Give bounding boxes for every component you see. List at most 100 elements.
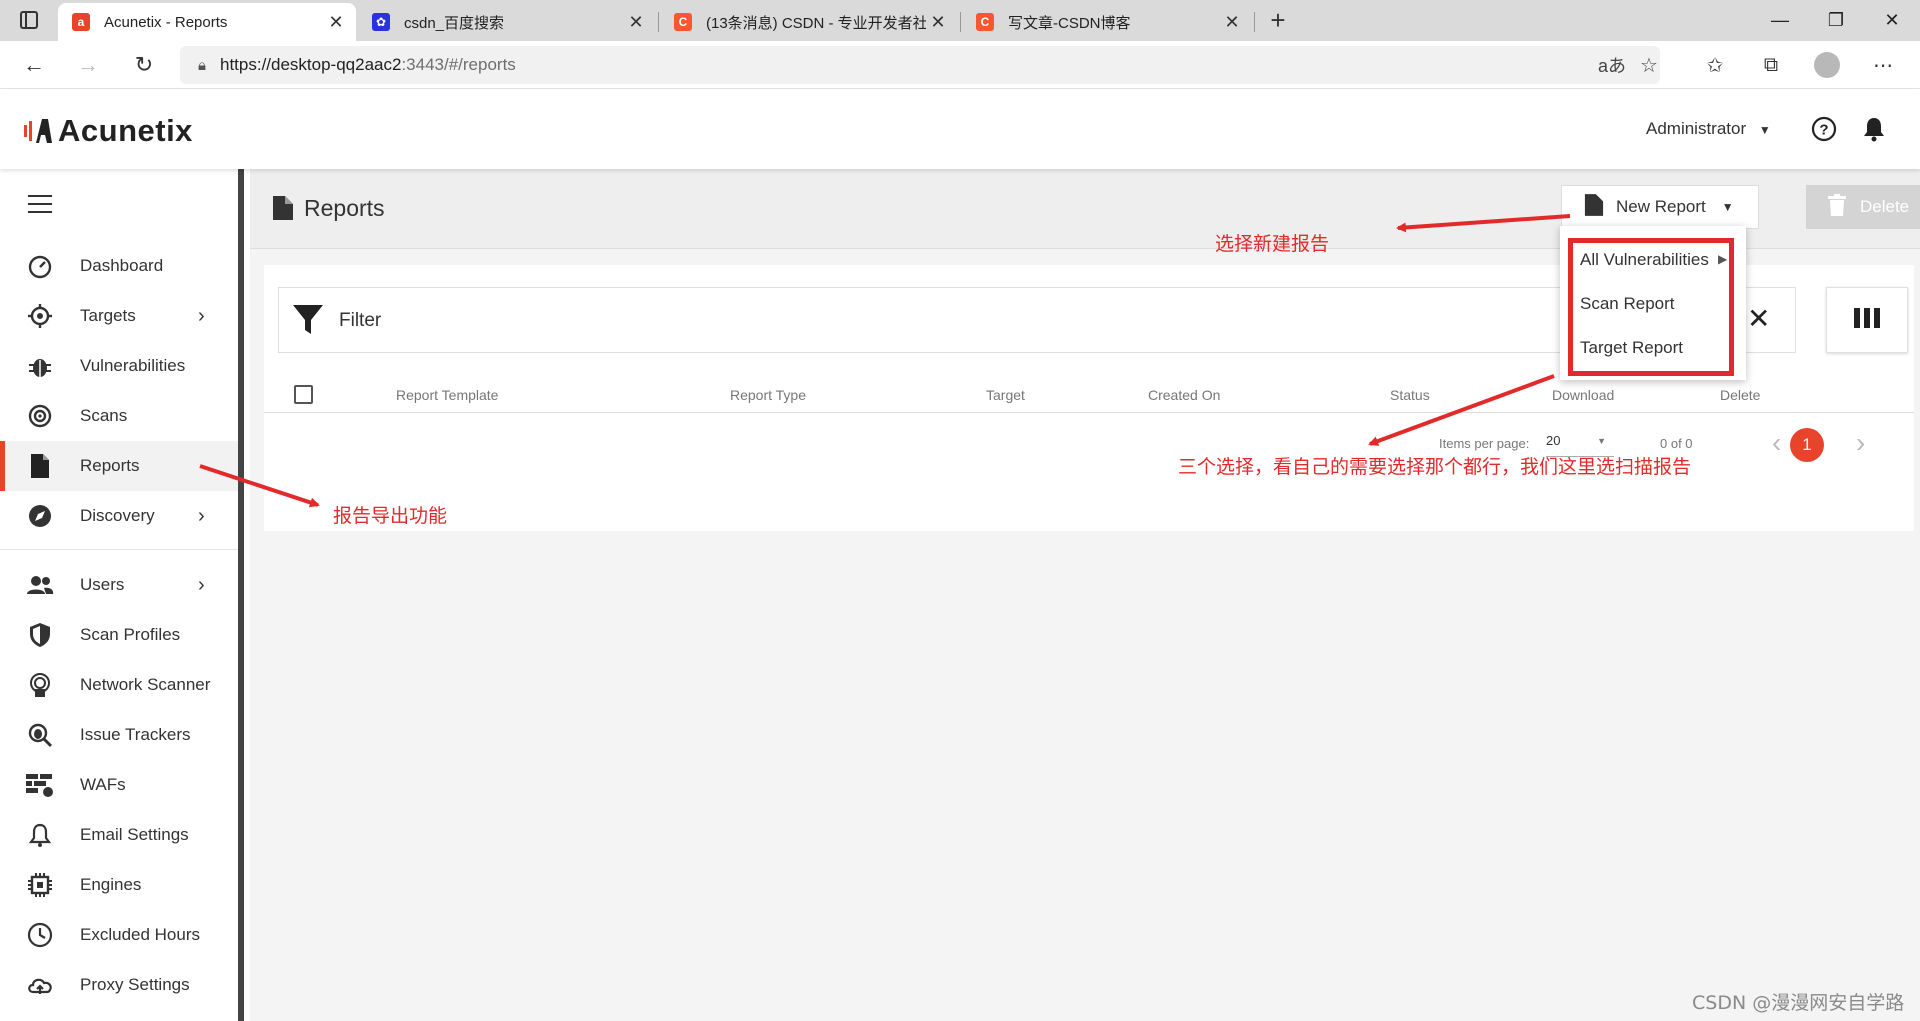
tab-title: 写文章-CSDN博客: [1008, 14, 1131, 32]
clock-icon: [26, 921, 54, 949]
sidebar-item-label: Discovery: [80, 506, 155, 525]
notifications-bell-icon[interactable]: [1860, 115, 1888, 143]
tab-title: Acunetix - Reports: [104, 13, 228, 31]
svg-text:?: ?: [1819, 122, 1828, 139]
sidebar-item-targets[interactable]: Targets ›: [0, 291, 238, 341]
profile-avatar-icon[interactable]: [1812, 50, 1842, 80]
issue-tracker-icon: [26, 721, 54, 749]
close-tab-icon[interactable]: ✕: [926, 12, 950, 33]
tab-actions-icon[interactable]: [20, 11, 38, 29]
sidebar-item-label: WAFs: [80, 775, 126, 794]
hamburger-menu-icon[interactable]: [28, 195, 52, 213]
delete-label: Delete: [1860, 197, 1910, 216]
column-status[interactable]: Status: [1390, 387, 1430, 403]
watermark: CSDN @漫漫网安自学路: [1692, 992, 1905, 1014]
acunetix-logo[interactable]: Acunetix: [24, 113, 193, 149]
minimize-icon[interactable]: —: [1752, 0, 1808, 41]
items-per-page-label: Items per page:: [1439, 436, 1530, 451]
sidebar-item-proxy-settings[interactable]: Proxy Settings: [0, 960, 238, 1010]
document-icon: [26, 452, 54, 480]
column-report-type[interactable]: Report Type: [730, 387, 806, 403]
users-icon: [26, 571, 54, 599]
sidebar-item-scan-profiles[interactable]: Scan Profiles: [0, 610, 238, 660]
chevron-right-icon: ›: [198, 504, 205, 527]
sidebar-item-label: Network Scanner: [80, 675, 211, 694]
previous-page-icon[interactable]: ‹: [1772, 427, 1781, 459]
sidebar-item-email-settings[interactable]: Email Settings: [0, 810, 238, 860]
column-report-template[interactable]: Report Template: [396, 387, 498, 403]
radar-icon: [26, 402, 54, 430]
clear-filter-icon[interactable]: ✕: [1747, 302, 1770, 335]
refresh-icon[interactable]: ↻: [128, 49, 160, 81]
next-page-icon[interactable]: ›: [1856, 427, 1865, 459]
document-icon: [272, 195, 294, 226]
sidebar-item-label: Targets: [80, 306, 136, 325]
annotation-highlight-box: [1568, 238, 1734, 376]
network-scanner-icon: [26, 671, 54, 699]
sidebar-item-vulnerabilities[interactable]: Vulnerabilities: [0, 341, 238, 391]
url-text: https://desktop-qq2aac2:3443/#/reports: [219, 55, 516, 74]
column-delete: Delete: [1720, 387, 1761, 403]
sidebar-item-network-scanner[interactable]: Network Scanner: [0, 660, 238, 710]
new-tab-icon[interactable]: +: [1262, 4, 1294, 36]
bug-icon: [26, 352, 54, 380]
read-aloud-icon[interactable]: aあ: [1598, 52, 1626, 78]
add-favorite-icon[interactable]: ☆: [1640, 53, 1658, 78]
columns-toggle-button[interactable]: [1826, 287, 1908, 353]
browser-tab[interactable]: C 写文章-CSDN博客 ✕: [962, 3, 1252, 41]
close-window-icon[interactable]: ✕: [1864, 0, 1920, 41]
sidebar-item-label: Proxy Settings: [80, 975, 190, 994]
sidebar-item-issue-trackers[interactable]: Issue Trackers: [0, 710, 238, 760]
sidebar-item-scans[interactable]: Scans: [0, 391, 238, 441]
collections-icon[interactable]: ⧉: [1756, 50, 1786, 80]
shield-icon: [26, 621, 54, 649]
sidebar-item-dashboard[interactable]: Dashboard: [0, 241, 238, 291]
delete-button[interactable]: Delete: [1806, 185, 1920, 229]
url-field[interactable]: 🔒︎ https://desktop-qq2aac2:3443/#/report…: [180, 46, 1660, 84]
sidebar-item-label: Scans: [80, 406, 128, 425]
sidebar-item-label: Email Settings: [80, 825, 189, 844]
forward-icon[interactable]: →: [72, 49, 104, 81]
tab-divider: [1254, 12, 1255, 32]
sidebar-item-users[interactable]: Users ›: [0, 560, 238, 610]
browser-tab[interactable]: ✿ csdn_百度搜索 ✕: [358, 3, 656, 41]
page-1-button[interactable]: 1: [1790, 428, 1824, 462]
cloud-upload-icon: [26, 971, 54, 999]
close-tab-icon[interactable]: ✕: [624, 12, 648, 33]
sidebar-item-wafs[interactable]: WAFs: [0, 760, 238, 810]
lock-icon[interactable]: 🔒︎: [198, 57, 206, 74]
restore-icon[interactable]: ❐: [1808, 0, 1864, 41]
browser-tab[interactable]: a Acunetix - Reports ✕: [58, 3, 356, 41]
select-all-checkbox[interactable]: [294, 385, 313, 404]
sidebar: Dashboard Targets › Vulnerabilities Scan…: [0, 169, 244, 1021]
user-menu[interactable]: Administrator ▼: [1646, 119, 1771, 139]
favorites-icon[interactable]: ✩: [1700, 50, 1730, 80]
document-icon: [1584, 193, 1604, 222]
page-title: Reports: [304, 195, 385, 221]
annotation-new-report: 选择新建报告: [1215, 233, 1330, 255]
tab-divider: [658, 12, 659, 32]
sidebar-item-engines[interactable]: Engines: [0, 860, 238, 910]
close-tab-icon[interactable]: ✕: [324, 12, 348, 33]
back-icon[interactable]: ←: [18, 49, 50, 81]
help-icon[interactable]: ?: [1810, 115, 1838, 143]
new-report-button[interactable]: New Report ▼: [1561, 185, 1759, 229]
annotation-options: 三个选择，看自己的需要选择那个都行，我们这里选扫描报告: [1178, 456, 1692, 478]
close-tab-icon[interactable]: ✕: [1220, 12, 1244, 33]
more-menu-icon[interactable]: ⋯: [1868, 50, 1898, 80]
sidebar-item-reports[interactable]: Reports: [0, 441, 238, 491]
chip-icon: [26, 871, 54, 899]
csdn-c-icon: C: [674, 13, 692, 31]
table-header: Report Template Report Type Target Creat…: [264, 375, 1914, 413]
column-created-on[interactable]: Created On: [1148, 387, 1220, 403]
sidebar-item-discovery[interactable]: Discovery ›: [0, 491, 238, 541]
caret-down-icon: ▼: [1597, 436, 1606, 446]
column-target[interactable]: Target: [986, 387, 1025, 403]
items-per-page-value: 20: [1546, 433, 1561, 448]
sidebar-item-excluded-hours[interactable]: Excluded Hours: [0, 910, 238, 960]
compass-icon: [26, 502, 54, 530]
app-header: Acunetix Administrator ▼ ?: [0, 89, 1920, 169]
caret-down-icon: ▼: [1758, 123, 1771, 137]
column-download: Download: [1552, 387, 1615, 403]
browser-tab[interactable]: C (13条消息) CSDN - 专业开发者社 ✕: [660, 3, 958, 41]
